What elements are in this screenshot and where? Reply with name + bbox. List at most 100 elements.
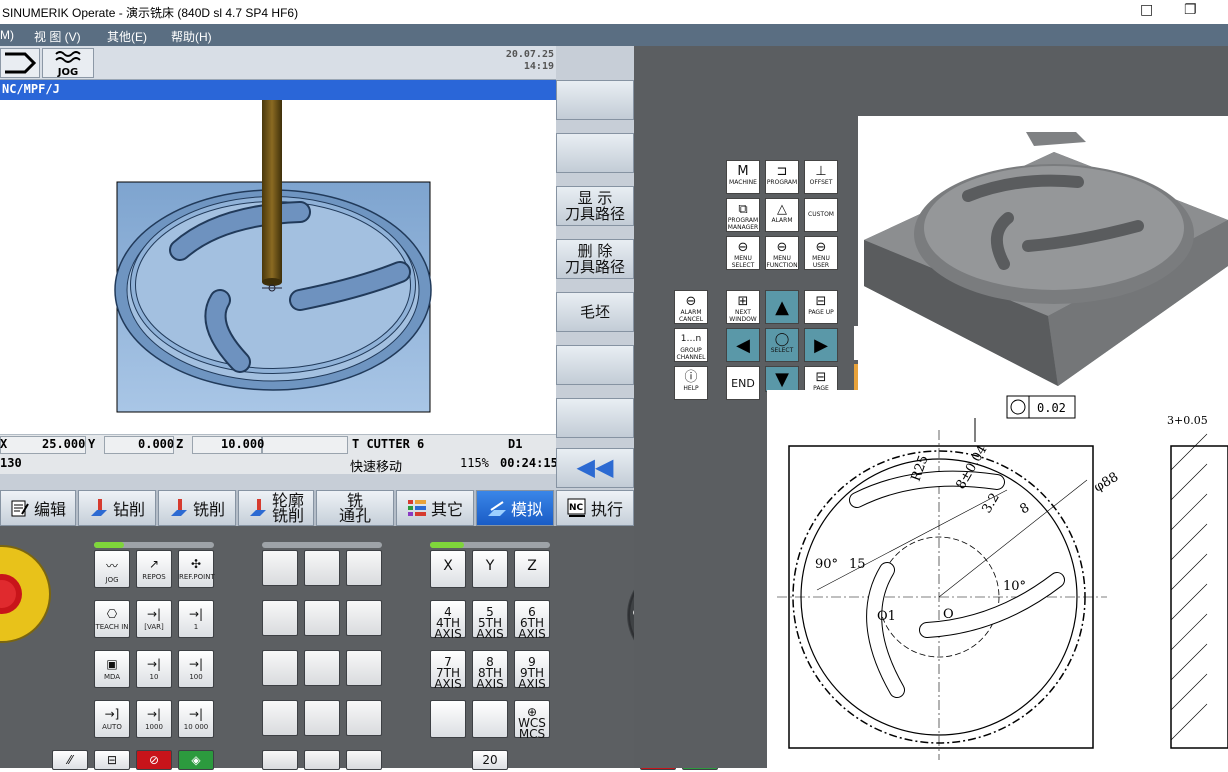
vsoftkey-2[interactable] — [556, 133, 634, 173]
alarm-cancel-key[interactable]: ⊖ ALARM CANCEL — [674, 290, 708, 324]
mode-key-100[interactable]: →| 100 — [178, 650, 214, 688]
menu-function-key[interactable]: ⊖ MENU FUNCTION — [765, 236, 799, 270]
mode-key-icon: ✣ — [190, 557, 202, 571]
vsoftkey-6[interactable] — [556, 345, 634, 385]
mode-key-icon: →| — [188, 707, 204, 721]
emergency-stop-button[interactable] — [0, 540, 52, 648]
axis-key[interactable]: 9 9TH AXIS — [514, 650, 550, 690]
axis-key[interactable]: 7 7TH AXIS — [430, 650, 466, 690]
alarm-icon: △ — [777, 202, 787, 217]
hsoftkey-execute[interactable]: NC 执行 — [556, 490, 634, 526]
group-channel-key[interactable]: 1…n GROUP CHANNEL — [674, 328, 708, 362]
hsoftkey-contour[interactable]: 轮廓 铣削 — [238, 490, 314, 526]
custom-key[interactable] — [262, 550, 298, 586]
bottom-key-axis[interactable]: 20 — [472, 750, 508, 770]
menu-item-help[interactable]: 帮助(H) — [171, 28, 212, 45]
menu-item-view[interactable]: 视 图 (V) — [34, 28, 81, 45]
custom-key[interactable] — [346, 600, 382, 636]
bottom-key-2[interactable]: ⊟ — [94, 750, 130, 770]
menu-item-other[interactable]: 其他(E) — [107, 28, 147, 45]
mode-key-ref-point[interactable]: ✣ REF.POINT — [178, 550, 215, 588]
mode-key-auto[interactable]: →] AUTO — [94, 700, 130, 738]
select-key[interactable]: ◯ SELECT — [765, 328, 799, 362]
custom-key[interactable] — [346, 550, 382, 586]
mode-key--var-[interactable]: →| [VAR] — [136, 600, 172, 638]
program-manager-key[interactable]: ⧉ PROGRAM MANAGER — [726, 198, 760, 232]
end-key[interactable]: END — [726, 366, 760, 400]
axis-key[interactable]: 6 6TH AXIS — [514, 600, 550, 640]
mode-key-teach-in[interactable]: ⎔ TEACH IN — [94, 600, 130, 638]
bottom-key-1[interactable]: ⁄⁄ — [52, 750, 88, 770]
y-label: Y — [88, 437, 96, 451]
alarm-key[interactable]: △ ALARM — [765, 198, 799, 232]
cycle-start-key[interactable]: ◈ — [178, 750, 214, 770]
axis-key[interactable] — [472, 700, 508, 738]
axis-key[interactable] — [430, 700, 466, 738]
machine-icon: M — [737, 164, 749, 179]
custom-key[interactable] — [346, 700, 382, 736]
axis-key[interactable]: 4 4TH AXIS — [430, 600, 466, 640]
program-key[interactable]: ⊐ PROGRAM — [765, 160, 799, 194]
hsoftkey-misc[interactable]: 其它 — [396, 490, 474, 526]
custom-key[interactable] — [304, 750, 340, 770]
offset-key[interactable]: ⊥ OFFSET — [804, 160, 838, 194]
hsoftkey-simulation-label: 模拟 — [510, 500, 543, 519]
custom-key[interactable] — [304, 550, 340, 586]
vsoftkey-7[interactable] — [556, 398, 634, 438]
mode-key-jog[interactable]: 〰 JOG — [94, 550, 130, 588]
axis-key[interactable]: 8 8TH AXIS — [472, 650, 508, 690]
mode-key-10-000[interactable]: →| 10 000 — [178, 700, 214, 738]
cursor-right-key[interactable]: ▶ — [804, 328, 838, 362]
help-key[interactable]: ⓘ HELP — [674, 366, 708, 400]
hsoftkey-drill[interactable]: 钻削 — [78, 490, 156, 526]
custom-key[interactable] — [262, 600, 298, 636]
back-button[interactable]: ◀◀ — [556, 448, 634, 488]
next-window-key[interactable]: ⊞ NEXT WINDOW — [726, 290, 760, 324]
mode-key-1[interactable]: →| 1 — [178, 600, 214, 638]
mode-key-1000[interactable]: →| 1000 — [136, 700, 172, 738]
mode-key-repos[interactable]: ↗ REPOS — [136, 550, 172, 588]
mode-key-icon: →| — [146, 607, 162, 621]
menu-select-key[interactable]: ⊖ MENU SELECT — [726, 236, 760, 270]
custom-key[interactable]: CUSTOM — [804, 198, 838, 232]
cursor-left-key[interactable]: ◀ — [726, 328, 760, 362]
hsoftkey-simulation[interactable]: 模拟 — [476, 490, 554, 526]
custom-key[interactable] — [304, 650, 340, 686]
page-down-key[interactable]: ⊟ PAGE — [804, 366, 838, 392]
menu-user-key[interactable]: ⊖ MENU USER — [804, 236, 838, 270]
custom-key[interactable] — [262, 650, 298, 686]
mode-key-label: 1 — [193, 623, 199, 631]
page-up-key[interactable]: ⊟ PAGE UP — [804, 290, 838, 324]
custom-key[interactable] — [346, 750, 382, 770]
vsoftkey-1[interactable] — [556, 80, 634, 120]
group-channel-icon: 1…n — [680, 334, 702, 344]
hsoftkey-through-hole[interactable]: 铣 通孔 — [316, 490, 394, 526]
custom-key[interactable] — [262, 750, 298, 770]
custom-key[interactable] — [346, 650, 382, 686]
custom-key[interactable] — [304, 700, 340, 736]
custom-key[interactable] — [262, 700, 298, 736]
axis-key[interactable]: 5 5TH AXIS — [472, 600, 508, 640]
menu-item-m[interactable]: M) — [0, 28, 14, 42]
hsoftkey-execute-label: 执行 — [590, 500, 623, 519]
hsoftkey-mill[interactable]: 铣削 — [158, 490, 236, 526]
axis-key[interactable]: Y — [472, 550, 508, 588]
restore-button[interactable]: ❐ — [1184, 2, 1197, 18]
label-o: O — [943, 607, 954, 622]
show-toolpath-button[interactable]: 显 示 刀具路径 — [556, 186, 634, 226]
custom-key-label: CUSTOM — [808, 211, 834, 218]
custom-key[interactable] — [304, 600, 340, 636]
maximize-button[interactable]: □ — [1140, 2, 1153, 18]
mode-key-10[interactable]: →| 10 — [136, 650, 172, 688]
cursor-down-key[interactable]: ▼ — [765, 366, 799, 392]
axis-key[interactable]: X — [430, 550, 466, 588]
cursor-up-key[interactable]: ▲ — [765, 290, 799, 324]
reset-key[interactable]: ⊘ — [136, 750, 172, 770]
axis-key[interactable]: ⊕ WCS MCS — [514, 700, 550, 740]
machine-key[interactable]: M MACHINE — [726, 160, 760, 194]
mode-key-mda[interactable]: ▣ MDA — [94, 650, 130, 688]
axis-key[interactable]: Z — [514, 550, 550, 588]
hsoftkey-edit[interactable]: 编辑 — [0, 490, 76, 526]
blank-part-button[interactable]: 毛坯 — [556, 292, 634, 332]
delete-toolpath-button[interactable]: 删 除 刀具路径 — [556, 239, 634, 279]
